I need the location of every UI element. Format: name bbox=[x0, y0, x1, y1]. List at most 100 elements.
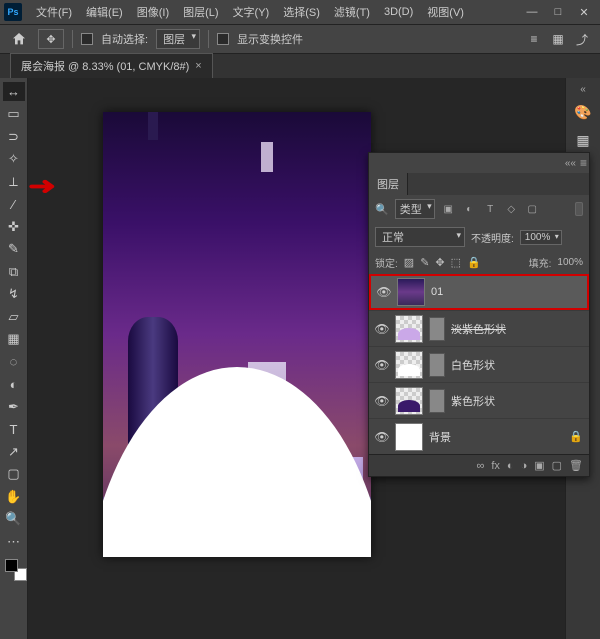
link-layers-icon[interactable]: ∞ bbox=[477, 460, 485, 472]
home-button[interactable] bbox=[8, 28, 30, 50]
layer-name[interactable]: 紫色形状 bbox=[451, 393, 495, 409]
path-select-tool[interactable]: ↗ bbox=[3, 442, 25, 461]
align-icon[interactable]: ≡ bbox=[524, 29, 544, 49]
swatches-panel-icon[interactable]: ▦ bbox=[572, 129, 594, 151]
layer-name[interactable]: 01 bbox=[431, 286, 443, 298]
layer-fx-icon[interactable]: fx bbox=[491, 460, 500, 472]
magic-wand-tool[interactable]: ✧ bbox=[3, 150, 25, 169]
layer-thumbnail[interactable] bbox=[395, 423, 423, 451]
lock-artboard-icon[interactable]: ⬚ bbox=[451, 256, 461, 269]
menu-type[interactable]: 文字(Y) bbox=[227, 2, 276, 22]
menu-view[interactable]: 视图(V) bbox=[421, 2, 470, 22]
new-layer-icon[interactable]: ▢ bbox=[552, 459, 562, 472]
filter-adjust-icon[interactable]: ◐ bbox=[462, 202, 477, 217]
lock-transparency-icon[interactable]: ▨ bbox=[404, 256, 414, 269]
layer-name[interactable]: 淡紫色形状 bbox=[451, 321, 506, 337]
search-icon[interactable]: 🔍 bbox=[375, 203, 389, 216]
layer-thumbnail[interactable] bbox=[395, 351, 423, 379]
blend-mode-dropdown[interactable]: 正常 bbox=[375, 227, 465, 247]
dodge-tool[interactable]: ◐ bbox=[3, 375, 25, 394]
lock-label: 锁定: bbox=[375, 255, 398, 270]
layer-item[interactable]: 👁 01 bbox=[369, 274, 589, 310]
marquee-tool[interactable]: ▭ bbox=[3, 105, 25, 124]
layer-thumbnail[interactable] bbox=[395, 315, 423, 343]
layer-item[interactable]: 👁 紫色形状 bbox=[369, 382, 589, 418]
layers-tab[interactable]: 图层 bbox=[369, 173, 408, 195]
filter-kind-dropdown[interactable]: 类型 bbox=[395, 199, 435, 219]
share-icon[interactable]: ⤴ bbox=[572, 29, 592, 49]
lock-all-icon[interactable]: 🔒 bbox=[467, 256, 481, 269]
gradient-tool[interactable]: ▦ bbox=[3, 330, 25, 349]
menu-filter[interactable]: 滤镜(T) bbox=[328, 2, 376, 22]
filter-toggle[interactable] bbox=[575, 202, 583, 216]
lock-pixels-icon[interactable]: ✎ bbox=[420, 256, 429, 269]
new-group-icon[interactable]: ▣ bbox=[534, 459, 544, 472]
menu-edit[interactable]: 编辑(E) bbox=[80, 2, 129, 22]
visibility-eye-icon[interactable]: 👁 bbox=[375, 430, 389, 444]
move-tool[interactable]: ↔ bbox=[3, 82, 25, 101]
layer-mask-thumbnail[interactable] bbox=[429, 317, 445, 341]
add-mask-icon[interactable]: ◐ bbox=[507, 460, 514, 472]
menu-file[interactable]: 文件(F) bbox=[30, 2, 78, 22]
add-adjustment-icon[interactable]: ◑ bbox=[521, 460, 528, 472]
zoom-tool[interactable]: 🔍 bbox=[3, 510, 25, 529]
show-transform-checkbox[interactable] bbox=[217, 33, 229, 45]
3d-mode-icon[interactable]: ▦ bbox=[548, 29, 568, 49]
lasso-tool[interactable]: ⊃ bbox=[3, 127, 25, 146]
history-brush-tool[interactable]: ↯ bbox=[3, 285, 25, 304]
visibility-eye-icon[interactable]: 👁 bbox=[375, 394, 389, 408]
clone-stamp-tool[interactable]: ⧉ bbox=[3, 262, 25, 281]
crop-tool[interactable]: ⟂ bbox=[3, 172, 25, 191]
layers-panel-header: «« ≡ bbox=[369, 153, 589, 173]
layer-thumbnail[interactable] bbox=[397, 278, 425, 306]
layer-mask-thumbnail[interactable] bbox=[429, 353, 445, 377]
eyedropper-tool[interactable]: ⁄ bbox=[3, 195, 25, 214]
layer-item[interactable]: 👁 白色形状 bbox=[369, 346, 589, 382]
visibility-eye-icon[interactable]: 👁 bbox=[377, 285, 391, 299]
panel-menu-icon[interactable]: ≡ bbox=[580, 156, 587, 170]
window-close-button[interactable]: ✕ bbox=[572, 3, 596, 21]
filter-shape-icon[interactable]: ◇ bbox=[504, 202, 519, 217]
collapse-chevron-icon[interactable]: « bbox=[580, 84, 586, 95]
auto-select-target-dropdown[interactable]: 图层 bbox=[156, 29, 200, 49]
blur-tool[interactable]: ◌ bbox=[3, 352, 25, 371]
auto-select-checkbox[interactable] bbox=[81, 33, 93, 45]
layer-thumbnail[interactable] bbox=[395, 387, 423, 415]
layer-item[interactable]: 👁背景🔒 bbox=[369, 418, 589, 454]
delete-layer-icon[interactable]: 🗑 bbox=[569, 459, 583, 472]
hand-tool[interactable]: ✋ bbox=[3, 487, 25, 506]
layer-name[interactable]: 背景 bbox=[429, 429, 451, 445]
window-maximize-button[interactable]: □ bbox=[546, 3, 570, 21]
document-tab-close[interactable]: × bbox=[195, 60, 201, 72]
document-tab-bar: 展会海报 @ 8.33% (01, CMYK/8#) × bbox=[0, 54, 600, 78]
layer-mask-thumbnail[interactable] bbox=[429, 389, 445, 413]
filter-smart-icon[interactable]: ▢ bbox=[525, 202, 540, 217]
color-swatches[interactable] bbox=[5, 559, 23, 577]
edit-toolbar[interactable]: ⋯ bbox=[3, 532, 25, 551]
healing-brush-tool[interactable]: ✜ bbox=[3, 217, 25, 236]
panel-collapse-icon[interactable]: «« bbox=[565, 158, 576, 169]
visibility-eye-icon[interactable]: 👁 bbox=[375, 358, 389, 372]
window-minimize-button[interactable]: — bbox=[520, 3, 544, 21]
document-canvas[interactable] bbox=[103, 112, 371, 557]
lock-position-icon[interactable]: ✥ bbox=[435, 256, 444, 269]
filter-text-icon[interactable]: T bbox=[483, 202, 498, 217]
type-tool[interactable]: T bbox=[3, 420, 25, 439]
menu-image[interactable]: 图像(I) bbox=[131, 2, 175, 22]
fill-input[interactable]: 100% bbox=[557, 257, 583, 268]
filter-pixel-icon[interactable]: ▣ bbox=[441, 202, 456, 217]
visibility-eye-icon[interactable]: 👁 bbox=[375, 322, 389, 336]
eraser-tool[interactable]: ▱ bbox=[3, 307, 25, 326]
brush-tool[interactable]: ✎ bbox=[3, 240, 25, 259]
menu-select[interactable]: 选择(S) bbox=[277, 2, 326, 22]
opacity-input[interactable]: 100% bbox=[520, 230, 562, 245]
menu-3d[interactable]: 3D(D) bbox=[378, 4, 419, 20]
layer-name[interactable]: 白色形状 bbox=[451, 357, 495, 373]
rectangle-tool[interactable]: ▢ bbox=[3, 465, 25, 484]
tool-preset-dropdown[interactable]: ✥ bbox=[38, 29, 64, 49]
document-tab[interactable]: 展会海报 @ 8.33% (01, CMYK/8#) × bbox=[10, 53, 213, 78]
menu-layer[interactable]: 图层(L) bbox=[177, 2, 224, 22]
layer-item[interactable]: 👁 淡紫色形状 bbox=[369, 310, 589, 346]
pen-tool[interactable]: ✒ bbox=[3, 397, 25, 416]
color-panel-icon[interactable]: 🎨 bbox=[572, 101, 594, 123]
